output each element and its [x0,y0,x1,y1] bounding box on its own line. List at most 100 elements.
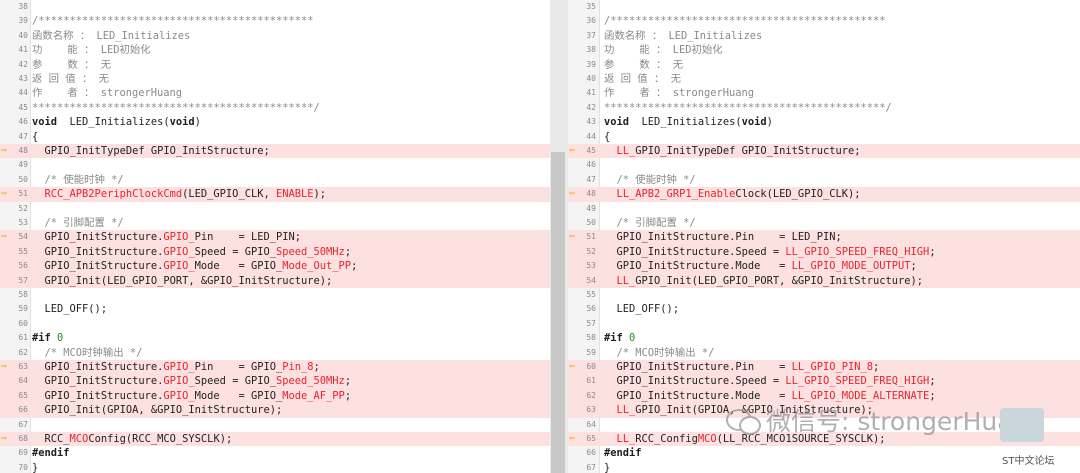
line-number: 66 [586,448,596,458]
scrollbar-thumb[interactable] [551,152,565,473]
code-line[interactable]: 42 **************************************… [568,101,1080,115]
diff-line[interactable]: 54 LL_GPIO_Init(LED_GPIO_PORT, &GPIO_Ini… [568,273,1080,288]
line-number: 44 [586,131,596,141]
code-line[interactable]: 58 [0,288,550,302]
code-line[interactable]: 44 作 者 ： strongerHuang [0,86,550,100]
code-text: /* 引脚配置 */ [32,216,124,230]
code-token: LL_ [604,404,636,417]
code-text: 返 回 值 ： 无 [604,72,681,86]
code-text: 作 者 ： strongerHuang [604,86,754,100]
diff-line[interactable]: 51 ⇨ RCC_APB2PeriphClockCmd(LED_GPIO_CLK,… [0,187,550,202]
diff-line[interactable]: 65 GPIO_InitStructure.GPIO_Mode = GPIO_M… [0,388,550,404]
diff-line[interactable]: 53 GPIO_InitStructure.Mode = LL_GPIO_MOD… [568,259,1080,274]
code-token: GPIO_InitStructure.Pin = LED_PIN; [604,231,842,244]
diff-arrow-right-icon[interactable]: ⇨ [1,144,7,158]
diff-arrow-right-icon[interactable]: ⇨ [1,187,7,201]
code-line[interactable]: 60 [0,317,550,331]
code-text: 函数名称 ： LED_Initializes [604,29,762,43]
diff-line[interactable]: 54 ⇨ GPIO_InitStructure.GPIO_Pin = LED_PI… [0,230,550,245]
code-line[interactable]: 41 功 能 ： LED初始化 [0,43,550,57]
diff-arrow-left-icon[interactable]: ⇦ [569,144,575,158]
code-line[interactable]: 59 LED_OFF(); [0,302,550,316]
code-line[interactable]: 50 /* 引脚配置 */ [568,216,1080,230]
code-line[interactable]: 52 [0,202,550,216]
code-line[interactable]: 37 函数名称 ： LED_Initializes [568,29,1080,43]
diff-line[interactable]: 52 GPIO_InitStructure.Speed = LL_GPIO_SP… [568,244,1080,260]
code-line[interactable]: 35 [568,0,1080,14]
code-line[interactable]: 45 **************************************… [0,101,550,115]
diff-arrow-left-icon[interactable]: ⇦ [569,432,575,446]
code-line[interactable]: 69 #endif [0,446,550,460]
line-number: 54 [586,275,596,285]
line-number: 61 [18,333,28,343]
code-line[interactable]: 56 LED_OFF(); [568,302,1080,316]
code-line[interactable]: 42 参 数 ： 无 [0,58,550,72]
code-line[interactable]: 38 [0,0,550,14]
code-line[interactable]: 41 作 者 ： strongerHuang [568,86,1080,100]
diff-line[interactable]: 63 ⇨ GPIO_InitStructure.GPIO_Pin = GPIO_P… [0,360,550,375]
code-text: /***************************************… [32,14,314,28]
code-token: void [604,116,630,129]
code-line[interactable]: 47 { [0,130,550,144]
code-text: { [32,130,38,144]
code-line[interactable]: 39 /*************************************… [0,14,550,28]
diff-line[interactable]: 61 GPIO_InitStructure.Speed = LL_GPIO_SP… [568,374,1080,389]
code-line[interactable]: 49 [0,158,550,172]
code-line[interactable]: 67 [0,418,550,432]
code-line[interactable]: 49 [568,202,1080,216]
diff-line[interactable]: 68 ⇨ RCC_MCOConfig(RCC_MCO_SYSCLK); [0,432,550,447]
diff-line[interactable]: 56 GPIO_InitStructure.GPIO_Mode = GPIO_M… [0,259,550,274]
code-line[interactable]: 46 [568,158,1080,172]
code-text: LED_OFF(); [604,302,680,316]
code-line[interactable]: 61 #if 0 [0,331,550,345]
diff-arrow-right-icon[interactable]: ⇨ [1,432,7,446]
line-number: 38 [586,45,596,55]
code-line[interactable]: 44 { [568,130,1080,144]
code-line[interactable]: 58 #if 0 [568,331,1080,345]
code-line[interactable]: 36 /*************************************… [568,14,1080,28]
line-number: 36 [586,16,596,26]
code-line[interactable]: 57 [568,317,1080,331]
code-line[interactable]: 53 /* 引脚配置 */ [0,216,550,230]
code-line[interactable]: 43 返 回 值 ： 无 [0,72,550,86]
code-token: GPIO_ [163,375,195,388]
code-line[interactable]: 43 void LED_Initializes(void) [568,115,1080,129]
code-token: 参 数 ： 无 [32,58,112,71]
code-token: LL_GPIO_MODE_OUTPUT [791,260,911,273]
diff-line[interactable]: 66 GPIO_Init(GPIOA, &GPIO_InitStructure)… [0,403,550,418]
diff-arrow-left-icon[interactable]: ⇦ [569,187,575,201]
diff-line[interactable]: 64 GPIO_InitStructure.GPIO_Speed = GPIO_… [0,374,550,389]
code-token: Speed = GPIO_ [194,245,276,258]
code-line[interactable]: 38 功 能 ： LED初始化 [568,43,1080,57]
left-code-pane[interactable]: 38 39 /***********************************… [0,0,550,473]
code-token: #endif [32,447,70,460]
diff-line[interactable]: 51 ⇦ GPIO_InitStructure.Pin = LED_PIN; [568,230,1080,245]
code-line[interactable]: 40 返 回 值 ： 无 [568,72,1080,86]
diff-line[interactable]: 55 GPIO_InitStructure.GPIO_Speed = GPIO_… [0,244,550,260]
code-line[interactable]: 50 /* 使能时钟 */ [0,173,550,187]
code-line[interactable]: 40 函数名称 ： LED_Initializes [0,29,550,43]
diff-line[interactable]: 60 ⇦ GPIO_InitStructure.Pin = LL_GPIO_PIN… [568,360,1080,375]
code-text: RCC_MCOConfig(RCC_MCO_SYSCLK); [32,432,233,446]
code-line[interactable]: 39 参 数 ： 无 [568,58,1080,72]
diff-arrow-left-icon[interactable]: ⇦ [569,360,575,374]
code-line[interactable]: 62 /* MCO时钟输出 */ [0,346,550,360]
code-token: void [32,116,58,129]
diff-arrow-right-icon[interactable]: ⇨ [1,360,7,374]
diff-line[interactable]: 48 ⇨ GPIO_InitTypeDef GPIO_InitStructure; [0,144,550,159]
diff-line[interactable]: 48 ⇦ LL_APB2_GRP1_EnableClock(LED_GPIO_CL… [568,187,1080,202]
diff-arrow-right-icon[interactable]: ⇨ [1,230,7,244]
code-line[interactable]: 59 /* MCO时钟输出 */ [568,346,1080,360]
code-line[interactable]: 47 /* 使能时钟 */ [568,173,1080,187]
code-token: LED_OFF(); [604,303,680,316]
diff-line[interactable]: 57 GPIO_Init(LED_GPIO_PORT, &GPIO_InitSt… [0,273,550,288]
line-number: 55 [586,290,596,299]
code-line[interactable]: 46 void LED_Initializes(void) [0,115,550,129]
code-token: ; [351,260,358,273]
code-text: GPIO_InitStructure.Pin = LED_PIN; [604,230,842,244]
diff-line[interactable]: 45 ⇦ LL_GPIO_InitTypeDef GPIO_InitStructu… [568,144,1080,159]
code-line[interactable]: 70} [0,461,550,473]
code-line[interactable]: 55 [568,288,1080,302]
code-text: GPIO_InitStructure.Mode = LL_GPIO_MODE_O… [604,259,917,273]
diff-arrow-left-icon[interactable]: ⇦ [569,230,575,244]
